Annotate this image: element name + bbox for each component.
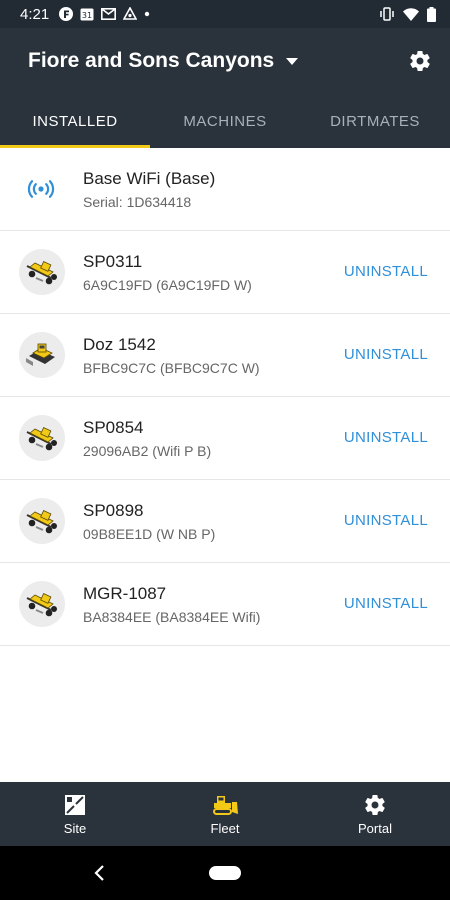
f-app-icon (59, 7, 74, 21)
nav-portal[interactable]: Portal (300, 782, 450, 846)
wifi-signal-icon (403, 7, 419, 21)
bulldozer-icon (211, 792, 239, 818)
item-subtitle: BFBC9C7C (BFBC9C7C W) (83, 360, 260, 376)
status-bar: 4:21 31 (0, 0, 450, 28)
caret-down-icon[interactable] (286, 57, 299, 65)
nav-site-label: Site (63, 821, 87, 836)
motor-grader-icon (19, 498, 65, 544)
wifi-base-icon (26, 174, 56, 209)
tab-installed[interactable]: INSTALLED (0, 94, 150, 148)
battery-icon (427, 6, 436, 22)
nav-portal-label: Portal (358, 821, 392, 836)
gear-icon (363, 792, 387, 818)
motor-grader-icon (19, 581, 65, 627)
list-item[interactable]: Doz 1542 BFBC9C7C (BFBC9C7C W) UNINSTALL (0, 314, 450, 397)
gmail-icon (101, 8, 117, 20)
list-item[interactable]: SP0311 6A9C19FD (6A9C19FD W) UNINSTALL (0, 231, 450, 314)
item-title: SP0854 (83, 418, 144, 437)
status-time: 4:21 (20, 5, 50, 23)
vibrate-icon (380, 7, 394, 21)
tab-dirtmates[interactable]: DIRTMATES (300, 94, 450, 148)
item-subtitle: BA8384EE (BA8384EE Wifi) (83, 609, 261, 625)
motor-grader-icon (19, 415, 65, 461)
item-subtitle: 29096AB2 (Wifi P B) (83, 443, 212, 459)
notification-icons: 31 (59, 7, 150, 21)
installed-list: Base WiFi (Base) Serial: 1D634418 SP0311… (0, 148, 450, 646)
tab-bar: INSTALLED MACHINES DIRTMATES (0, 94, 450, 148)
dot-icon (145, 11, 150, 17)
motor-grader-icon (19, 249, 65, 295)
calendar-31-icon: 31 (80, 8, 94, 21)
gear-icon (410, 51, 430, 72)
list-item[interactable]: SP0854 29096AB2 (Wifi P B) UNINSTALL (0, 397, 450, 480)
list-item[interactable]: MGR-1087 BA8384EE (BA8384EE Wifi) UNINST… (0, 563, 450, 646)
svg-text:31: 31 (82, 11, 92, 20)
item-subtitle: 09B8EE1D (W NB P) (83, 526, 216, 542)
uninstall-button[interactable]: UNINSTALL (344, 346, 428, 363)
system-nav-bar (0, 846, 450, 900)
system-status-icons (379, 6, 436, 22)
item-title: SP0311 (83, 252, 143, 271)
back-chevron-icon[interactable] (93, 864, 107, 887)
list-item[interactable]: SP0898 09B8EE1D (W NB P) UNINSTALL (0, 480, 450, 563)
item-subtitle: 6A9C19FD (6A9C19FD W) (83, 277, 252, 293)
nav-site[interactable]: Site (0, 782, 150, 846)
uninstall-button[interactable]: UNINSTALL (344, 429, 428, 446)
sync-icon (123, 7, 138, 20)
app-bar: Fiore and Sons Canyons (0, 28, 450, 94)
uninstall-button[interactable]: UNINSTALL (344, 595, 428, 612)
tab-machines[interactable]: MACHINES (150, 94, 300, 148)
home-pill-icon[interactable] (209, 866, 241, 880)
item-title: Doz 1542 (83, 335, 156, 354)
item-title: MGR-1087 (83, 584, 167, 603)
nav-fleet[interactable]: Fleet (150, 782, 300, 846)
item-subtitle: Serial: 1D634418 (83, 194, 192, 210)
site-map-icon (64, 792, 86, 818)
uninstall-button[interactable]: UNINSTALL (344, 263, 428, 280)
dozer-icon (19, 332, 65, 378)
bottom-nav: Site Fleet Portal (0, 782, 450, 846)
nav-fleet-label: Fleet (210, 821, 240, 836)
site-title[interactable]: Fiore and Sons Canyons (28, 49, 274, 73)
item-title: Base WiFi (Base) (83, 169, 216, 188)
uninstall-button[interactable]: UNINSTALL (344, 512, 428, 529)
settings-button[interactable] (408, 49, 432, 73)
list-item[interactable]: Base WiFi (Base) Serial: 1D634418 (0, 148, 450, 231)
item-title: SP0898 (83, 501, 144, 520)
